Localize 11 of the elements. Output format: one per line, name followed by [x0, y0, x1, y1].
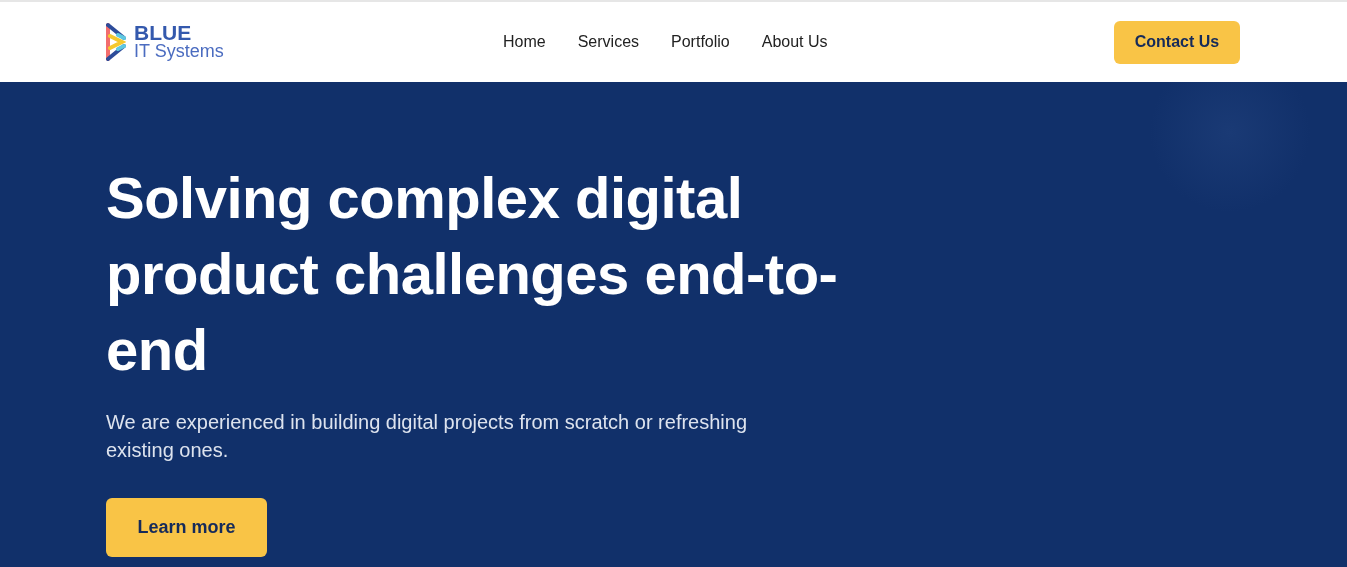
- nav-link[interactable]: Home: [503, 33, 546, 51]
- logo-icon: [106, 22, 126, 62]
- nav-link[interactable]: Services: [577, 33, 640, 51]
- logo-title: BLUE: [134, 24, 193, 42]
- contact-button[interactable]: Contact Us: [1114, 20, 1240, 64]
- hero-text: We are experienced in building digital projects from scratch or refreshing existing ones.: [106, 410, 749, 463]
- nav-link[interactable]: Portfolio: [671, 33, 730, 51]
- nav-link[interactable]: About Us: [761, 33, 828, 51]
- hero-heading: Solving complex digital product challenges end-to-end: [106, 164, 839, 384]
- logo-subtitle: IT Systems: [134, 42, 224, 60]
- learn-more-button[interactable]: Learn more: [106, 498, 267, 557]
